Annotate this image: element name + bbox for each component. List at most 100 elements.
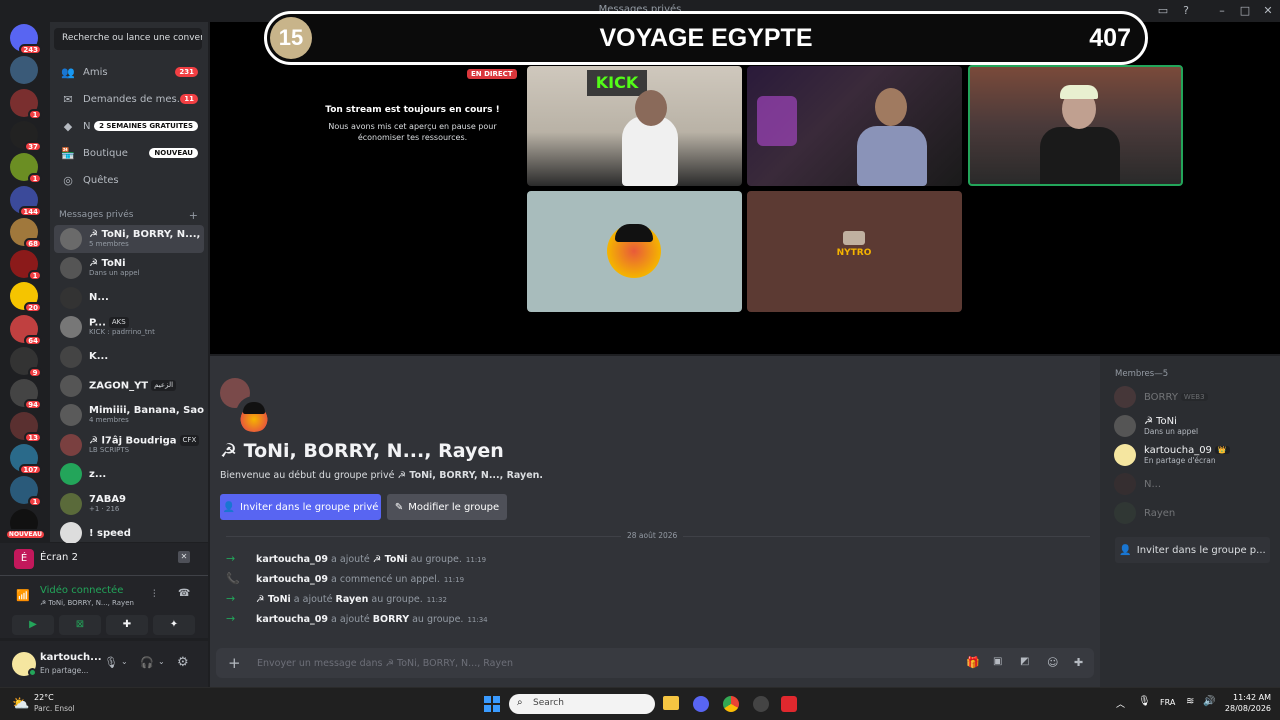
member-item[interactable]: BORRY WEB3 xyxy=(1114,383,1274,411)
create-dm-icon[interactable]: + xyxy=(189,209,198,222)
server-icon[interactable] xyxy=(10,56,38,85)
server-icon[interactable]: 1 xyxy=(10,153,42,185)
nav-item-quests[interactable]: ◎ Quêtes xyxy=(54,168,204,192)
language-indicator[interactable]: FRA xyxy=(1160,698,1175,707)
file-explorer-icon[interactable] xyxy=(663,696,679,710)
message-actor[interactable]: kartoucha_09 xyxy=(256,614,328,625)
dm-item[interactable]: N... xyxy=(54,284,204,312)
dm-item[interactable]: K... xyxy=(54,343,204,371)
nav-item-message-requests[interactable]: ✉ Demandes de mes... 11 xyxy=(54,87,204,111)
gift-icon[interactable]: 🎁 xyxy=(966,656,980,669)
noise-icon[interactable]: ⫶ xyxy=(153,589,156,600)
server-icon[interactable]: 20 xyxy=(10,282,42,314)
sticker-icon[interactable]: ◩ xyxy=(1020,656,1029,667)
server-icon[interactable]: 13 xyxy=(10,411,42,443)
video-tile-speaking[interactable] xyxy=(968,65,1183,186)
dm-item[interactable]: ☭ ToNi, BORRY, N..., R...5 membres xyxy=(54,225,204,253)
edit-group-button[interactable]: ✎ Modifier le groupe xyxy=(387,494,507,520)
avatar-tile[interactable]: NYTRO xyxy=(747,191,962,312)
activities-button[interactable]: ✚ xyxy=(106,615,148,635)
voice-status[interactable]: Vidéo connectée xyxy=(40,585,123,596)
screen-share-button[interactable]: ⊠ xyxy=(59,615,101,635)
dm-item[interactable]: ZAGON_YT الزعيم xyxy=(54,372,204,400)
server-icon[interactable]: 243 xyxy=(10,24,42,55)
microphone-icon[interactable]: 🎙 xyxy=(104,656,118,669)
discord-icon[interactable] xyxy=(693,696,709,712)
server-icon[interactable]: 94 xyxy=(10,379,42,411)
weather-desc[interactable]: Parc. Ensol xyxy=(34,704,75,713)
video-tile[interactable] xyxy=(747,66,962,186)
server-icon[interactable]: NOUVEAU xyxy=(4,508,46,540)
server-icon[interactable]: 37 xyxy=(10,120,42,152)
minimize-icon[interactable]: – xyxy=(1214,3,1230,19)
nav-item-shop[interactable]: 🏪 Boutique NOUVEAU xyxy=(54,141,204,165)
chevron-down-icon[interactable]: ⌄ xyxy=(121,657,128,666)
weather-temp[interactable]: 22°C xyxy=(34,693,54,702)
streaming-app-icon[interactable] xyxy=(781,696,797,712)
server-icon[interactable]: 64 xyxy=(10,314,42,346)
dm-item[interactable]: ☭ l7âj Boudriga CFX LB SCRIPTS xyxy=(54,431,204,459)
stream-stage: EN DIRECT Ton stream est toujours en cou… xyxy=(210,22,1280,354)
gear-icon[interactable]: ⚙ xyxy=(177,655,189,670)
message-actor[interactable]: kartoucha_09 xyxy=(256,554,328,565)
nav-item-friends[interactable]: 👥 Amis 231 xyxy=(54,60,204,84)
camera-button[interactable]: ▶ xyxy=(12,615,54,635)
message-target[interactable]: Rayen xyxy=(336,594,369,605)
chevron-up-icon[interactable]: ︿ xyxy=(1116,697,1125,710)
gif-icon[interactable]: ▣ xyxy=(993,656,1002,667)
message-actor[interactable]: ☭ ToNi xyxy=(256,594,291,605)
clock-date[interactable]: 28/08/2026 xyxy=(1224,704,1271,713)
dm-item[interactable]: Mimiiii, Banana, Saoud...4 membres xyxy=(54,401,204,429)
member-item[interactable]: N... xyxy=(1114,470,1274,498)
member-item[interactable]: kartoucha_09 👑 En partage d'écran xyxy=(1114,441,1274,469)
close-screen-icon[interactable]: ✕ xyxy=(178,551,190,563)
clock-time[interactable]: 11:42 AM xyxy=(1227,693,1271,702)
invite-member-button[interactable]: 👤 Inviter dans le groupe p... xyxy=(1115,537,1270,563)
message-target[interactable]: BORRY xyxy=(373,614,409,625)
windows-start-icon[interactable] xyxy=(484,696,500,712)
weather-icon[interactable]: ⛅ xyxy=(12,696,29,712)
taskbar-search[interactable]: ⌕ Search xyxy=(509,694,655,714)
maximize-icon[interactable]: □ xyxy=(1237,3,1253,19)
server-icon[interactable]: 107 xyxy=(10,443,42,475)
close-icon[interactable]: ✕ xyxy=(1260,3,1276,19)
chevron-down-icon[interactable]: ⌄ xyxy=(158,657,165,666)
invite-group-button[interactable]: 👤 Inviter dans le groupe privé xyxy=(220,494,381,520)
help-icon[interactable]: ? xyxy=(1178,3,1194,19)
wifi-icon[interactable]: ≋ xyxy=(1186,696,1194,707)
server-icon[interactable]: 144 xyxy=(10,185,42,217)
nav-item-nitro[interactable]: ◆ N 2 SEMAINES GRATUITES xyxy=(54,114,204,138)
server-icon[interactable]: 9 xyxy=(10,347,42,378)
server-icon[interactable]: 1 xyxy=(10,88,42,120)
member-item[interactable]: Rayen xyxy=(1114,499,1274,527)
member-item[interactable]: ☭ ToNi Dans un appel xyxy=(1114,412,1274,440)
apps-icon[interactable]: ✚ xyxy=(1074,656,1083,669)
server-icon[interactable]: 1 xyxy=(10,476,42,508)
edit-group-label: Modifier le groupe xyxy=(408,501,500,513)
microphone-icon[interactable]: 🎙 xyxy=(1138,696,1151,707)
dm-item[interactable]: z... xyxy=(54,460,204,488)
search-input[interactable]: Recherche ou lance une conver... xyxy=(54,28,202,50)
dm-item[interactable]: ☭ ToNi Dans un appel xyxy=(54,254,204,282)
server-icon[interactable]: 1 xyxy=(10,250,42,282)
user-name[interactable]: kartouch... xyxy=(40,652,102,663)
composer[interactable]: + Envoyer un message dans ☭ ToNi, BORRY,… xyxy=(216,648,1094,678)
dm-item[interactable]: P... AKS KICK : padrrino_tnt xyxy=(54,313,204,341)
soundboard-button[interactable]: ✦ xyxy=(153,615,195,635)
app-icon[interactable] xyxy=(753,696,769,712)
composer-input[interactable]: Envoyer un message dans ☭ ToNi, BORRY, N… xyxy=(257,658,513,669)
video-tile[interactable]: KICK xyxy=(527,66,742,186)
inbox-icon[interactable]: ▭ xyxy=(1155,3,1171,19)
avatar-tile[interactable] xyxy=(527,191,742,312)
message-target[interactable]: ☭ ToNi xyxy=(373,554,408,565)
headset-icon[interactable]: 🎧 xyxy=(140,656,154,669)
disconnect-icon[interactable]: ☎ xyxy=(178,588,190,599)
chrome-icon[interactable] xyxy=(723,696,739,712)
voice-channel[interactable]: ☭ ToNi, BORRY, N..., Rayen xyxy=(40,599,134,607)
emoji-icon[interactable]: ☺ xyxy=(1047,656,1058,669)
dm-item[interactable]: 7ABA9 +1 · 216 xyxy=(54,490,204,518)
server-icon[interactable]: 68 xyxy=(10,217,42,249)
volume-icon[interactable]: 🔊 xyxy=(1203,696,1215,707)
message-actor[interactable]: kartoucha_09 xyxy=(256,574,328,585)
plus-icon[interactable]: + xyxy=(228,654,241,672)
